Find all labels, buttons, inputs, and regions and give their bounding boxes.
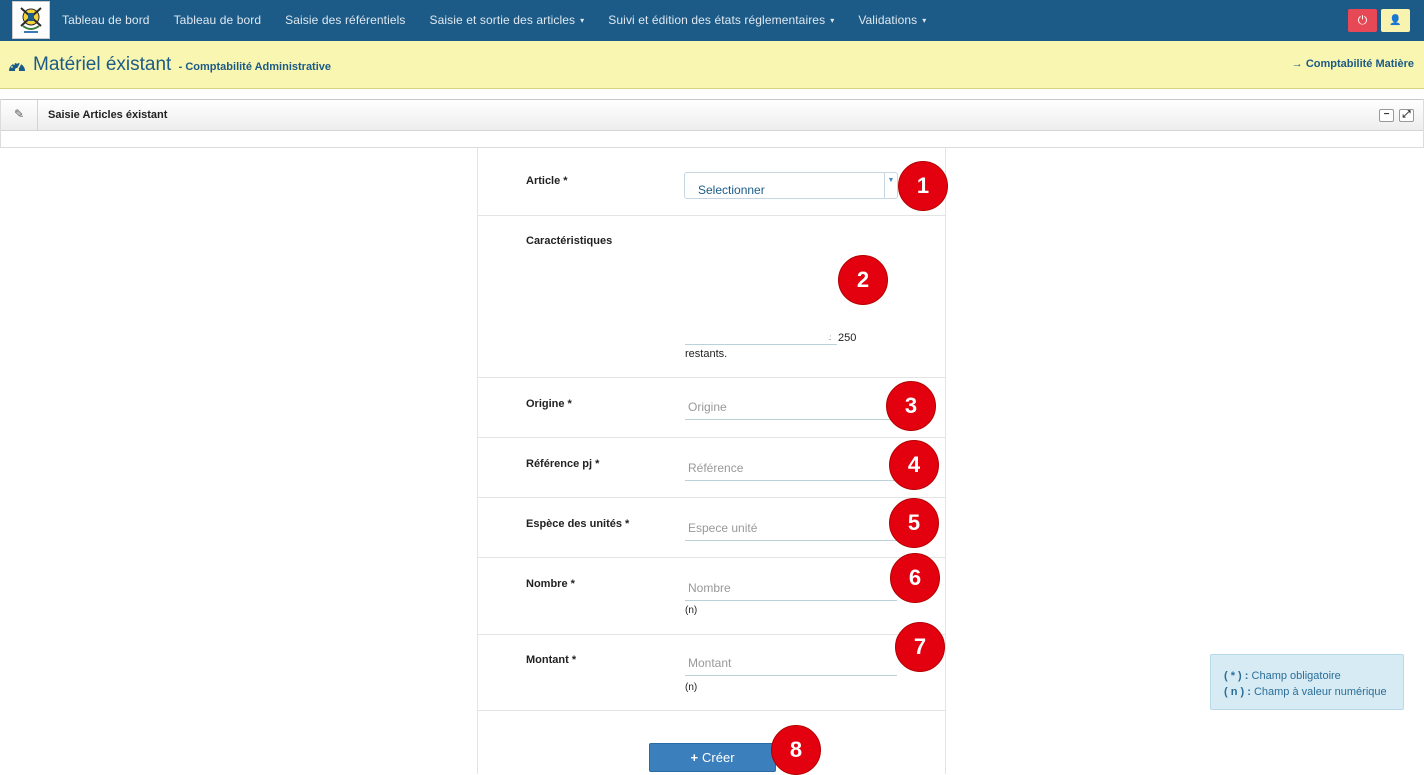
top-navbar: Tableau de bord Tableau de bord Saisie des… [0, 0, 1424, 41]
nav-item[interactable]: Saisie des référentiels [273, 0, 417, 41]
char-counter: 250 [838, 332, 857, 344]
create-button[interactable]: + Créer [649, 743, 776, 772]
form-row-espece: Espèce des unités * [478, 498, 945, 558]
callout-badge: 6 [890, 553, 940, 603]
callout-badge: 8 [771, 725, 821, 775]
article-form: Article * Selectionner ▼ Caractéristique… [477, 148, 946, 774]
caret-down-icon: ▾ [922, 16, 927, 26]
field-legend: ( * ) : Champ obligatoire ( n ) : Champ … [1210, 654, 1404, 710]
user-button[interactable]: 👤 [1381, 9, 1410, 32]
caret-down-icon: ▾ [580, 16, 585, 26]
montant-numeric-hint: (n) [685, 682, 698, 693]
power-icon: ⏻ [1357, 13, 1368, 27]
nav-item[interactable]: Suivi et édition des états réglementaire… [596, 0, 846, 41]
nav-item-label: Saisie des référentiels [285, 13, 406, 27]
nav-item-label: Saisie et sortie des articles [429, 13, 576, 27]
chevron-down-icon: ▼ [884, 173, 897, 198]
char-counter-suffix: restants. [685, 348, 728, 360]
legend-numeric-text: Champ à valeur numérique [1253, 686, 1387, 698]
form-row-nombre: Nombre * (n) [478, 558, 945, 635]
callout-badge: 5 [889, 498, 939, 548]
app-logo[interactable] [12, 1, 50, 39]
collapse-button[interactable]: − [1379, 109, 1394, 122]
nav-item[interactable]: Tableau de bord [162, 0, 274, 41]
page-title-text: Matériel éxistant [33, 54, 172, 75]
legend-numeric: ( n ) : Champ à valeur numérique [1224, 686, 1387, 698]
callout-badge: 4 [889, 440, 939, 490]
callout-badge: 2 [838, 255, 888, 305]
form-row-origine: Origine * [478, 378, 945, 438]
resize-handle-icon[interactable]: .: [828, 333, 832, 342]
nombre-input[interactable] [685, 576, 897, 601]
nav-item-label: Tableau de bord [173, 13, 262, 27]
form-row-article: Article * Selectionner ▼ [478, 148, 945, 216]
plus-icon: + [690, 750, 699, 765]
create-button-label: Créer [702, 750, 735, 765]
user-icon: 👤 [1389, 15, 1402, 26]
widget-box: ✎ Saisie Articles éxistant − ⤢ [0, 99, 1424, 148]
callout-badge: 1 [898, 161, 948, 211]
crest-icon [13, 2, 49, 38]
power-button[interactable]: ⏻ [1348, 9, 1377, 32]
montant-input[interactable] [685, 651, 897, 676]
espece-input[interactable] [685, 516, 897, 541]
edit-icon: ✎ [1, 100, 38, 131]
origine-input[interactable] [685, 395, 897, 420]
main-menu: Tableau de bord Tableau de bord Saisie des… [50, 0, 938, 41]
article-label: Article * [526, 175, 568, 187]
arrow-right-icon: → [1291, 58, 1303, 70]
origine-label: Origine * [526, 398, 572, 410]
form-row-reference: Référence pj * [478, 438, 945, 498]
nav-item[interactable]: Validations ▾ [846, 0, 938, 41]
article-select-value: Selectionner [698, 183, 765, 197]
legend-required-text: Champ obligatoire [1251, 670, 1341, 682]
legend-required-key: ( * ) : [1224, 670, 1249, 682]
dashboard-gauge-icon [9, 62, 25, 72]
nav-item-label: Suivi et édition des états réglementaire… [608, 13, 826, 27]
callout-badge: 7 [895, 622, 945, 672]
article-select[interactable]: Selectionner ▼ [684, 172, 898, 199]
nav-item[interactable]: Saisie et sortie des articles ▾ [418, 0, 597, 41]
nombre-label: Nombre * [526, 578, 575, 590]
callout-badge: 3 [886, 381, 936, 431]
nombre-numeric-hint: (n) [685, 605, 698, 616]
widget-title: Saisie Articles éxistant [48, 109, 168, 121]
page-header: Matériel éxistant - Comptabilité Adminis… [0, 41, 1424, 89]
nav-item-label: Validations [858, 13, 918, 27]
reference-input[interactable] [685, 456, 897, 481]
reference-label: Référence pj * [526, 458, 600, 470]
page-subtitle: - Comptabilité Administrative [178, 61, 332, 73]
caracteristiques-label: Caractéristiques [526, 235, 613, 247]
espece-label: Espèce des unités * [526, 518, 630, 530]
form-row-montant: Montant * (n) [478, 635, 945, 711]
comptabilite-matiere-link-label: Comptabilité Matière [1305, 58, 1414, 70]
nav-item[interactable]: Tableau de bord [50, 0, 162, 41]
fullscreen-button[interactable]: ⤢ [1399, 109, 1414, 122]
nav-item-label: Tableau de bord [62, 13, 150, 27]
comptabilite-matiere-link[interactable]: → Comptabilité Matière [1292, 58, 1414, 70]
caracteristiques-textarea[interactable] [685, 344, 837, 345]
widget-header: ✎ Saisie Articles éxistant − ⤢ [1, 99, 1423, 131]
legend-required: ( * ) : Champ obligatoire [1224, 670, 1341, 682]
caret-down-icon: ▾ [830, 16, 835, 26]
legend-numeric-key: ( n ) : [1224, 686, 1251, 698]
montant-label: Montant * [526, 654, 577, 666]
page-title: Matériel éxistant - Comptabilité Adminis… [33, 54, 331, 76]
